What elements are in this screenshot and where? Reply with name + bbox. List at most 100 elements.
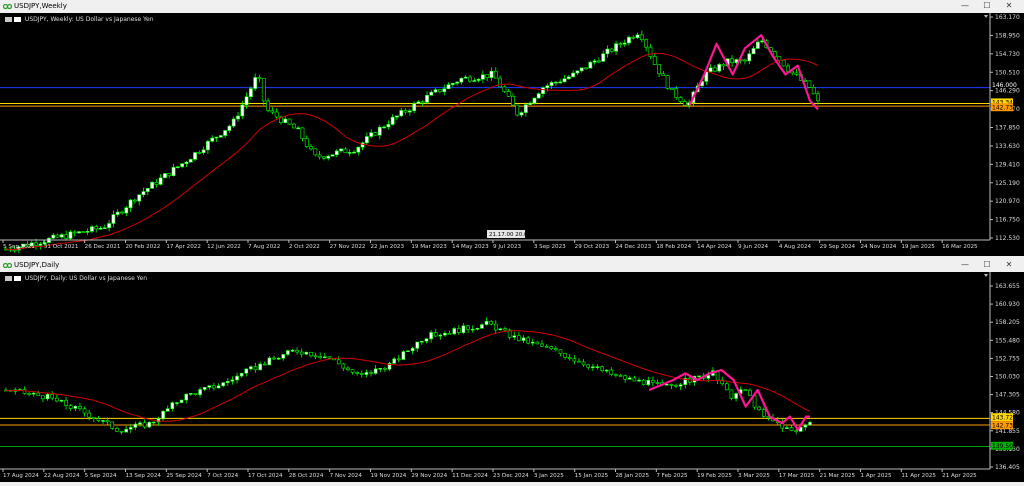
- candle-body: [236, 115, 240, 120]
- candle-body: [64, 234, 69, 239]
- candle-body: [461, 325, 466, 333]
- candle-body: [290, 350, 295, 352]
- candle-body: [622, 42, 627, 45]
- candle-body: [596, 60, 601, 63]
- daily-candles-svg: 163.655 160.930 158.205 155.480 152.755 150.0…: [0, 272, 1020, 479]
- candle-body: [266, 100, 270, 111]
- candle-body: [517, 335, 521, 341]
- candle-body: [399, 110, 404, 117]
- candle-body: [623, 375, 627, 380]
- price-tick-label: 147.305: [995, 392, 1020, 399]
- candle-body: [369, 132, 374, 137]
- candle-body: [188, 159, 193, 163]
- candle-body: [45, 394, 50, 400]
- candle-body: [678, 384, 683, 387]
- candle-body: [558, 349, 563, 354]
- minimize-button[interactable]: —: [954, 0, 976, 13]
- candle-body: [161, 410, 165, 420]
- chart-window-icon: [3, 262, 12, 269]
- price-tick-label: 137.850: [995, 125, 1020, 132]
- weekly-title-bar[interactable]: USDJPY,Weekly — ☐ ✕: [0, 0, 1024, 14]
- candle-body: [50, 394, 55, 399]
- price-tick-label: 116.750: [995, 217, 1020, 224]
- candle-body: [586, 364, 591, 368]
- candle-body: [253, 366, 258, 371]
- candle-body: [443, 332, 447, 336]
- candle-body: [472, 80, 477, 82]
- candle-body: [674, 384, 678, 387]
- candle-body: [646, 380, 651, 385]
- candle-body: [107, 223, 112, 229]
- candle-body: [336, 359, 341, 365]
- candle-body: [475, 328, 480, 330]
- candle-body: [632, 377, 637, 382]
- candle-body: [51, 234, 56, 239]
- time-tick-label: 19 Nov 2024: [371, 473, 407, 479]
- candle-body: [648, 46, 653, 57]
- time-tick-label: 9 Jun 2024: [738, 244, 769, 250]
- candle-body: [651, 380, 655, 383]
- candle-body: [87, 412, 91, 418]
- candle-body: [575, 70, 580, 74]
- candle-body: [283, 118, 288, 123]
- candle-body: [272, 357, 276, 360]
- time-tick-label: 20 Feb 2022: [126, 244, 161, 250]
- candle-body: [145, 188, 150, 192]
- crosshair-label: 21.17.00 20.00: [489, 232, 531, 238]
- candle-body: [235, 375, 239, 381]
- daily-price-chart[interactable]: 163.655 160.930 158.205 155.480 152.755 150.0…: [0, 272, 1024, 482]
- time-tick-label: 28 Jan 2025: [616, 473, 650, 479]
- candle-body: [78, 405, 82, 409]
- candle-body: [41, 395, 45, 400]
- candle-body: [212, 385, 216, 389]
- maximize-button[interactable]: ☐: [976, 0, 998, 13]
- drawn-pattern-line: [648, 368, 810, 431]
- candle-body: [101, 420, 105, 422]
- candle-body: [786, 65, 790, 72]
- candle-body: [330, 154, 335, 157]
- candle-body: [816, 93, 820, 102]
- candle-body: [115, 211, 120, 215]
- close-button[interactable]: ✕: [998, 0, 1020, 13]
- candle-body: [110, 421, 115, 429]
- candle-body: [201, 149, 206, 153]
- window-title: USDJPY,Weekly: [14, 2, 67, 10]
- minimize-button[interactable]: —: [954, 259, 976, 272]
- candle-body: [493, 70, 498, 79]
- candle-body: [523, 104, 528, 113]
- time-tick-label: 22 Aug 2024: [44, 473, 80, 479]
- candle-body: [416, 101, 421, 104]
- candle-body: [592, 60, 597, 63]
- candle-body: [729, 389, 734, 399]
- time-tick-label: 27 Nov 2022: [330, 244, 366, 250]
- candle-body: [225, 380, 230, 383]
- maximize-button[interactable]: ☐: [976, 259, 998, 272]
- price-label: 143.721: [992, 414, 1017, 421]
- candle-body: [184, 393, 189, 401]
- candle-body: [794, 430, 798, 432]
- candle-body: [627, 377, 632, 380]
- weekly-price-chart[interactable]: 163.170158.950154.730150.510146.290142.0…: [0, 13, 1024, 256]
- price-tick-label: 158.950: [995, 32, 1020, 39]
- candle-body: [605, 48, 610, 55]
- time-tick-label: 22 Jan 2023: [371, 244, 405, 250]
- candle-body: [446, 84, 451, 90]
- candle-body: [489, 70, 494, 78]
- chart-shift-marker: [984, 274, 988, 277]
- close-button[interactable]: ✕: [998, 259, 1020, 272]
- candle-body: [563, 353, 567, 358]
- candle-body: [322, 156, 326, 159]
- candle-body: [447, 332, 452, 335]
- candle-body: [457, 328, 461, 333]
- candle-body: [566, 76, 571, 80]
- daily-title-bar[interactable]: USDJPY,Daily — ☐ ✕: [0, 259, 1024, 273]
- candle-body: [36, 392, 41, 397]
- candle-body: [789, 427, 794, 431]
- chart-window-icon: [3, 3, 12, 10]
- us-flag-icon: [5, 276, 12, 281]
- candle-body: [730, 58, 734, 63]
- candle-body: [34, 242, 38, 246]
- time-tick-label: 29 Oct 2023: [575, 244, 610, 250]
- candle-body: [425, 94, 429, 103]
- candle-body: [639, 34, 644, 40]
